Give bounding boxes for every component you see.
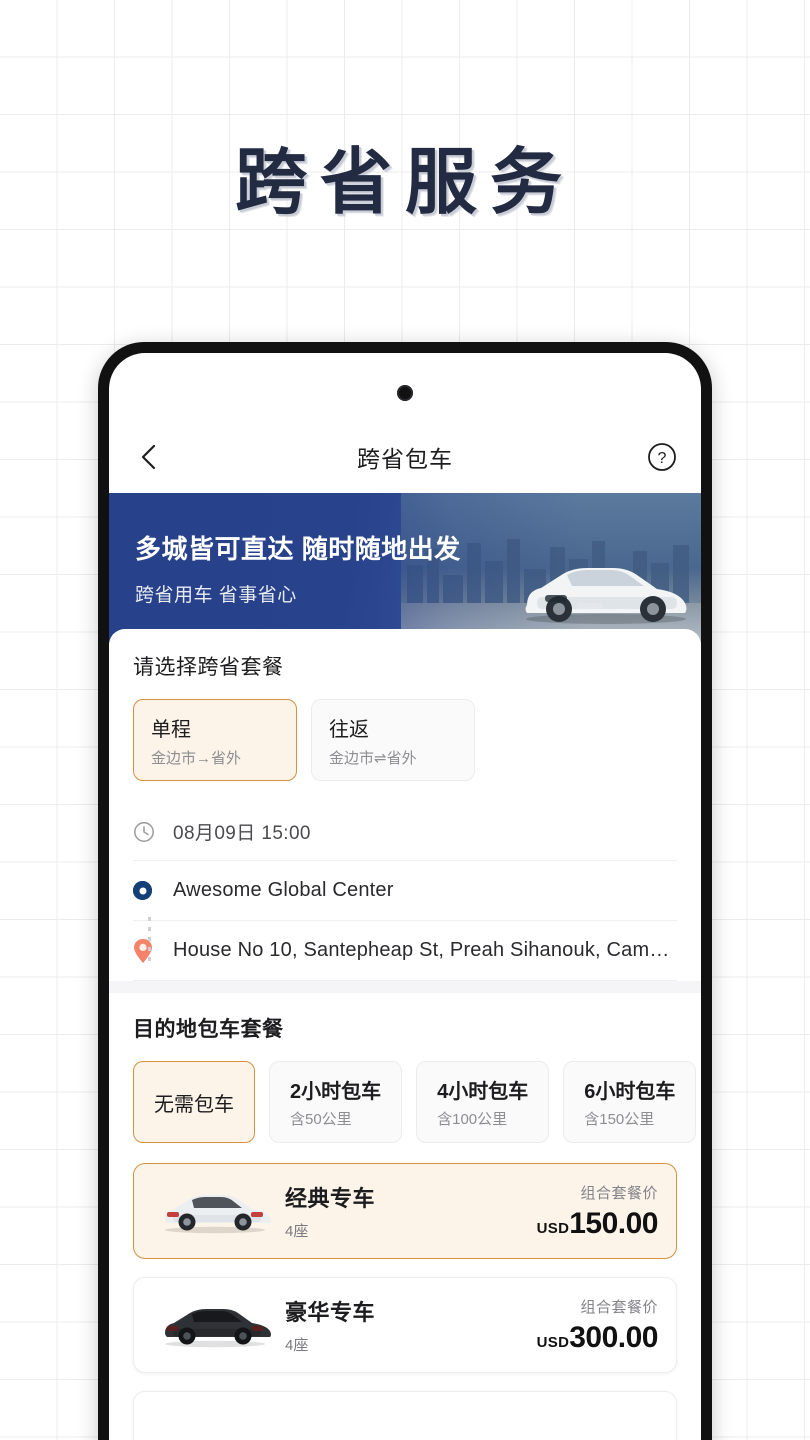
package-option-6h-sub: 含150公里: [584, 1111, 655, 1128]
vehicle-info-luxury: 豪华专车 4座: [277, 1295, 537, 1355]
package-option-6h-label: 6小时包车: [584, 1081, 676, 1103]
banner-headline: 多城皆可直达 随时随地出发: [135, 534, 461, 564]
destination-section-title: 目的地包车套餐: [133, 1018, 284, 1041]
trip-type-round-trip[interactable]: 往返 金边市⇌省外: [311, 699, 475, 781]
clock-icon: [133, 821, 173, 843]
vehicle-card-luxury[interactable]: 豪华专车 4座 组合套餐价 USD300.00: [133, 1277, 677, 1373]
package-option-2h[interactable]: 2小时包车 含50公里: [269, 1061, 403, 1143]
package-scroller[interactable]: 无需包车 2小时包车 含50公里 4小时包车 含100公里 6小时包车 含150…: [133, 1061, 701, 1143]
trip-type-one-way[interactable]: 单程 金边市→省外: [133, 699, 297, 781]
origin-address: Awesome Global Center: [173, 879, 394, 901]
banner-text-block: 多城皆可直达 随时随地出发 跨省用车 省事省心: [135, 529, 461, 607]
vehicle-name-classic: 经典专车: [285, 1186, 376, 1211]
vehicle-info-classic: 经典专车 4座: [277, 1181, 537, 1241]
package-option-6h[interactable]: 6小时包车 含150公里: [563, 1061, 697, 1143]
package-option-4h-sub: 含100公里: [437, 1111, 508, 1128]
black-sedan-icon: [152, 1301, 277, 1349]
trip-type-one-way-sub: 金边市→省外: [151, 750, 242, 767]
trip-type-one-way-label: 单程: [151, 719, 191, 741]
white-car-photo-icon: [525, 568, 687, 624]
banner-subhead: 跨省用车 省事省心: [135, 585, 297, 606]
white-sedan-icon: [152, 1187, 277, 1235]
vehicle-amount-classic: 150.00: [569, 1206, 658, 1240]
phone-screen: 跨省包车 ? 多城皆可直达 随时随地出发 跨省用车 省事省心 请选择跨省套餐 单…: [109, 353, 701, 1440]
route-connector-line: [148, 917, 151, 961]
front-camera-icon: [397, 385, 413, 401]
vehicle-seats-luxury: 4座: [285, 1337, 309, 1354]
origin-dot-icon: [133, 881, 173, 900]
departure-time-value: 08月09日 15:00: [173, 823, 311, 844]
destination-address: House No 10, Santepheap St, Preah Sihano…: [173, 939, 670, 961]
vehicle-price-luxury: 组合套餐价 USD300.00: [536, 1296, 659, 1355]
back-button[interactable]: [131, 440, 165, 474]
vehicle-currency-classic: USD: [536, 1219, 570, 1237]
trip-type-round-trip-sub: 金边市⇌省外: [329, 750, 417, 767]
destination-pin-icon: [133, 938, 173, 964]
svg-text:?: ?: [658, 450, 667, 467]
vehicle-list: 经典专车 4座 组合套餐价 USD150.00 豪华专车 4座 组合套餐价 US…: [133, 1143, 677, 1440]
vehicle-currency-luxury: USD: [536, 1333, 570, 1351]
promo-banner: 多城皆可直达 随时随地出发 跨省用车 省事省心: [109, 493, 701, 643]
booking-sheet: 请选择跨省套餐 单程 金边市→省外 往返 金边市⇌省外 08月09日 15:00…: [109, 629, 701, 1440]
question-circle-icon: ?: [648, 443, 676, 471]
package-option-2h-label: 2小时包车: [290, 1081, 382, 1103]
package-option-no-charter-label: 无需包车: [154, 1093, 234, 1116]
help-button[interactable]: ?: [645, 440, 679, 474]
navbar-title: 跨省包车: [357, 446, 453, 472]
departure-time-row[interactable]: 08月09日 15:00: [133, 803, 677, 861]
vehicle-seats-classic: 4座: [285, 1223, 309, 1240]
vehicle-card-classic[interactable]: 经典专车 4座 组合套餐价 USD150.00: [133, 1163, 677, 1259]
package-option-4h[interactable]: 4小时包车 含100公里: [416, 1061, 550, 1143]
vehicle-price-label-classic: 组合套餐价: [580, 1184, 658, 1202]
vehicle-name-luxury: 豪华专车: [285, 1300, 376, 1325]
route-locations: Awesome Global Center House No 10, Sante…: [133, 861, 677, 981]
chevron-left-icon: [141, 444, 156, 470]
origin-row[interactable]: Awesome Global Center: [133, 861, 677, 921]
destination-package-section: 目的地包车套餐 无需包车 2小时包车 含50公里 4小时包车 含100公里 6小…: [133, 993, 697, 1143]
package-option-4h-label: 4小时包车: [437, 1081, 529, 1103]
vehicle-price-classic: 组合套餐价 USD150.00: [536, 1182, 659, 1241]
destination-row[interactable]: House No 10, Santepheap St, Preah Sihano…: [133, 921, 677, 981]
package-option-2h-sub: 含50公里: [290, 1111, 352, 1128]
package-option-no-charter[interactable]: 无需包车: [133, 1061, 255, 1143]
vehicle-amount-luxury: 300.00: [569, 1320, 658, 1354]
page-title: 跨省服务: [234, 140, 575, 224]
vehicle-card-partial[interactable]: [133, 1391, 677, 1440]
app-navbar: 跨省包车 ?: [109, 421, 701, 493]
trip-type-round-trip-label: 往返: [329, 719, 369, 741]
trip-type-chip-group: 单程 金边市→省外 往返 金边市⇌省外: [133, 699, 677, 781]
vehicle-price-label-luxury: 组合套餐价: [580, 1298, 658, 1316]
section-divider: [109, 981, 701, 993]
trip-section-title: 请选择跨省套餐: [133, 656, 284, 679]
phone-mockup: 跨省包车 ? 多城皆可直达 随时随地出发 跨省用车 省事省心 请选择跨省套餐 单…: [98, 342, 712, 1440]
